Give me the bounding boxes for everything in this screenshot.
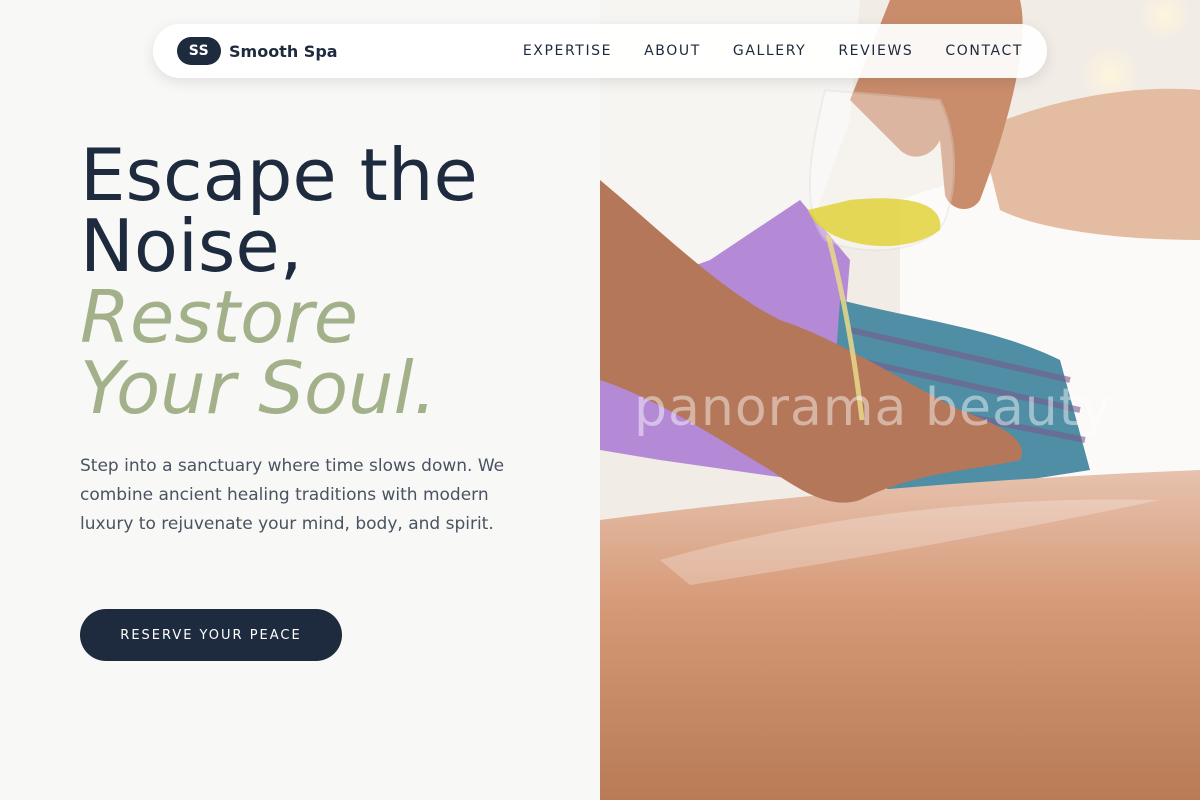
nav-menu: EXPERTISE ABOUT GALLERY REVIEWS CONTACT	[523, 43, 1023, 59]
headline-line-2: Noise,	[80, 204, 303, 288]
hero-image: panorama beauty	[600, 0, 1200, 800]
nav-item-gallery[interactable]: GALLERY	[733, 43, 806, 59]
nav-item-contact[interactable]: CONTACT	[945, 43, 1023, 59]
headline-accent-line-2: Your Soul.	[80, 346, 437, 430]
headline-accent-line-1: Restore	[80, 275, 359, 359]
logo-badge[interactable]: SS	[177, 37, 221, 65]
nav-item-about[interactable]: ABOUT	[644, 43, 701, 59]
brand-name[interactable]: Smooth Spa	[229, 42, 338, 61]
nav-item-expertise[interactable]: EXPERTISE	[523, 43, 612, 59]
reserve-button[interactable]: RESERVE YOUR PEACE	[80, 609, 342, 661]
headline-line-1: Escape the	[80, 133, 478, 217]
hero-headline: Escape the Noise, Restore Your Soul.	[80, 133, 478, 430]
hero-description: Step into a sanctuary where time slows d…	[80, 456, 505, 534]
hero-panel: Escape the Noise, Restore Your Soul. Ste…	[0, 0, 600, 800]
nav-item-reviews[interactable]: REVIEWS	[838, 43, 913, 59]
navbar: SS Smooth Spa EXPERTISE ABOUT GALLERY RE…	[153, 24, 1047, 78]
watermark-text: panorama beauty	[634, 378, 1112, 438]
